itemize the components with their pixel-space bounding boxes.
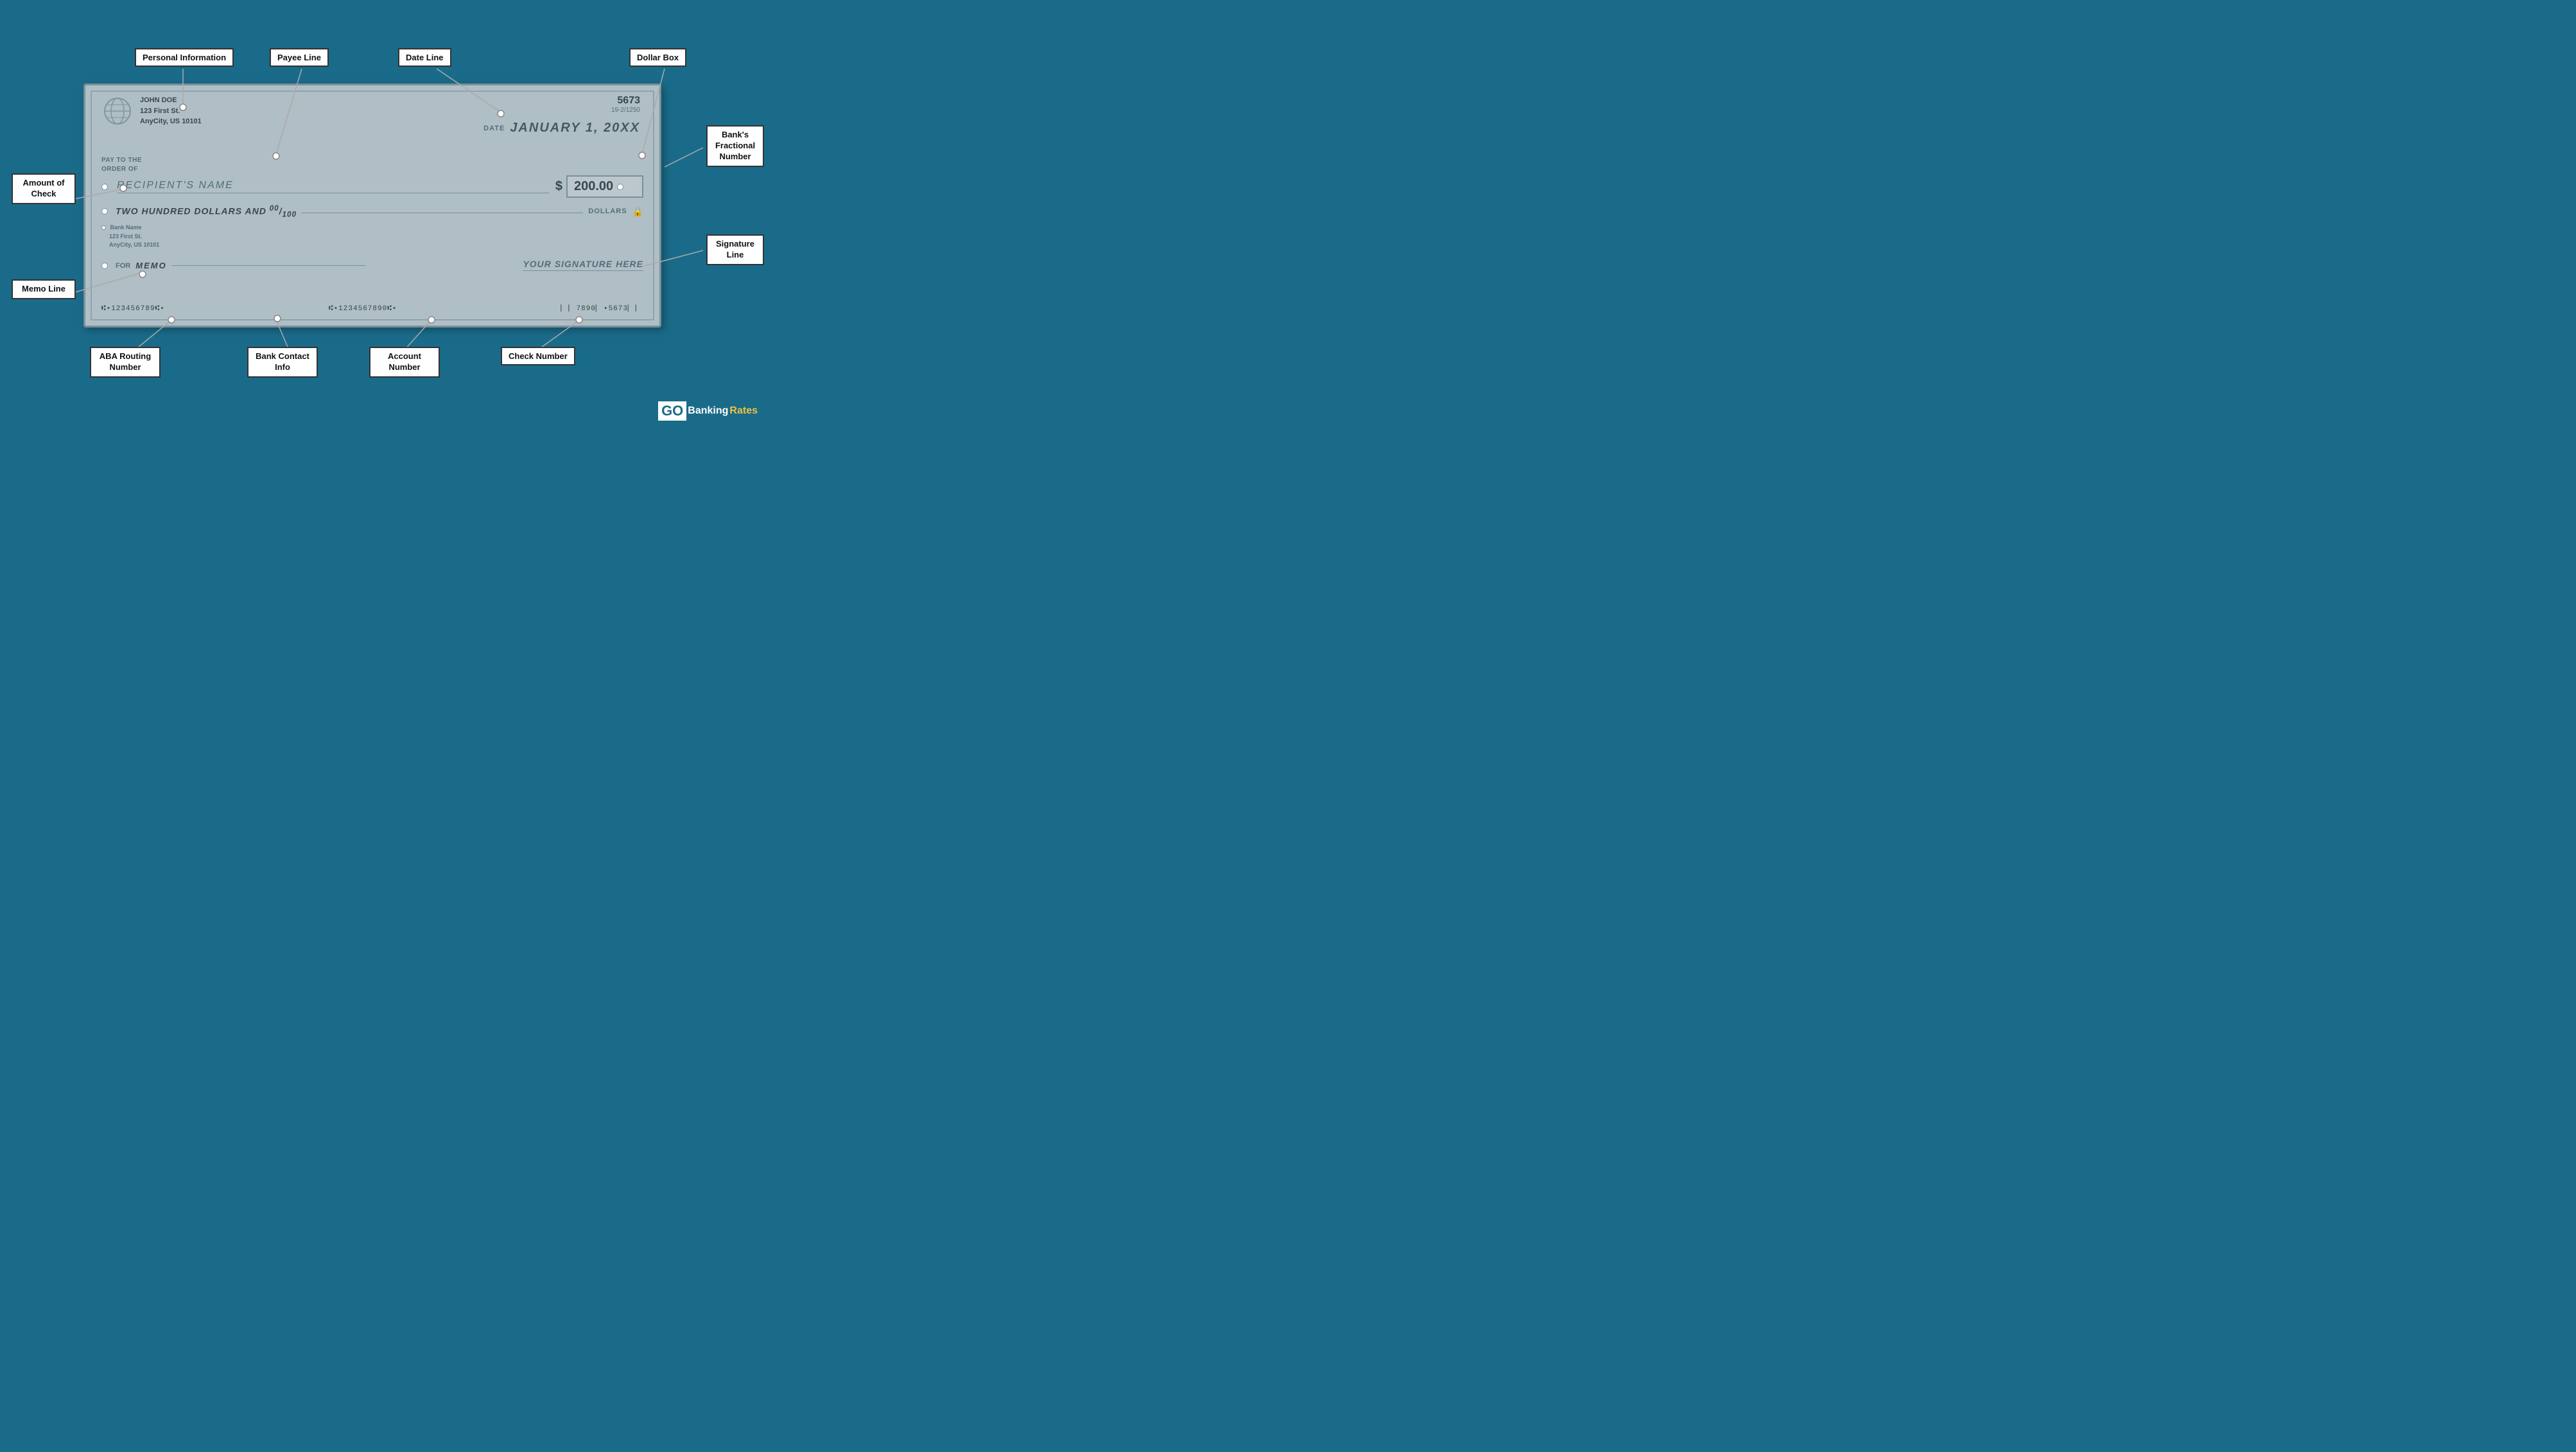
date-line-label: Date Line [398,48,451,67]
globe-icon [101,95,134,127]
memo-line-bar [172,265,366,266]
memo-text: MEMO [135,261,166,270]
signature-text: YOUR SIGNATURE HERE [523,259,643,271]
bank-contact-info-label: Bank Contact Info [247,347,318,378]
pay-section: PAY TO THEORDER OF RECIPIENT'S NAME $ 20… [101,156,643,198]
memo-section: FOR MEMO [101,261,366,270]
dollars-label: DOLLARS [588,207,627,215]
written-amount-area: TWO HUNDRED DOLLARS AND 00/100 DOLLARS 🔒 [101,204,643,218]
for-label: FOR [116,262,130,270]
micr-routing: ⑆•123456789⑆• [101,305,165,313]
amount-box: 200.00 [566,175,643,198]
personal-text: JOHN DOE 123 First St. AnyCity, US 10101 [140,95,202,127]
recipient-name: RECIPIENT'S NAME [117,180,549,193]
bank-info-area: Bank Name 123 First St. AnyCity, US 1010… [101,223,159,250]
dollar-box-label: Dollar Box [629,48,686,67]
brand-rates: Rates [729,405,758,417]
lock-icon: 🔒 [632,206,643,217]
pay-line: RECIPIENT'S NAME $ 200.00 [101,175,643,198]
memo-line-label: Memo Line [12,279,76,299]
payee-line-label: Payee Line [270,48,329,67]
micr-account: ⑆•1234567890⑆• [329,305,397,313]
memo-dot [101,263,108,269]
written-dot [101,208,108,214]
account-number-label: Account Number [369,347,440,378]
dollar-sign: $ [555,179,562,194]
pay-to-label: PAY TO THEORDER OF [101,156,643,174]
check: 5673 19-2/1250 JOHN DOE 123 First St. An… [83,83,661,328]
branding: GO BankingRates [658,401,758,421]
brand-go: GO [658,401,686,421]
banks-fractional-number-label: Bank's Fractional Number [706,125,764,167]
aba-routing-number-label: ABA Routing Number [90,347,161,378]
personal-info-area: JOHN DOE 123 First St. AnyCity, US 10101 [101,95,202,127]
signature-line-label: Signature Line [706,234,764,265]
check-number-area: 5673 19-2/1250 [611,95,640,114]
check-number-label: Check Number [501,347,575,365]
brand-banking: Banking [688,405,728,417]
amount-of-check-label: Amount of Check [12,173,76,204]
payee-dot [101,184,108,190]
amount-dot [617,184,623,190]
written-amount-text: TWO HUNDRED DOLLARS AND 00/100 [116,204,297,218]
micr-check: ⎸⎸7890⎸•5673⎸⎸ [561,305,643,313]
date-area: DATE JANUARY 1, 20XX [483,121,640,136]
bank-info-dot [101,225,106,230]
personal-information-label: Personal Information [135,48,234,67]
memo-sig-line: FOR MEMO YOUR SIGNATURE HERE [101,259,643,270]
micr-line: ⑆•123456789⑆• ⑆•1234567890⑆• ⎸⎸7890⎸•567… [101,305,643,313]
dollar-box-area: $ 200.00 [555,175,643,198]
signature-section: YOUR SIGNATURE HERE [379,259,643,270]
